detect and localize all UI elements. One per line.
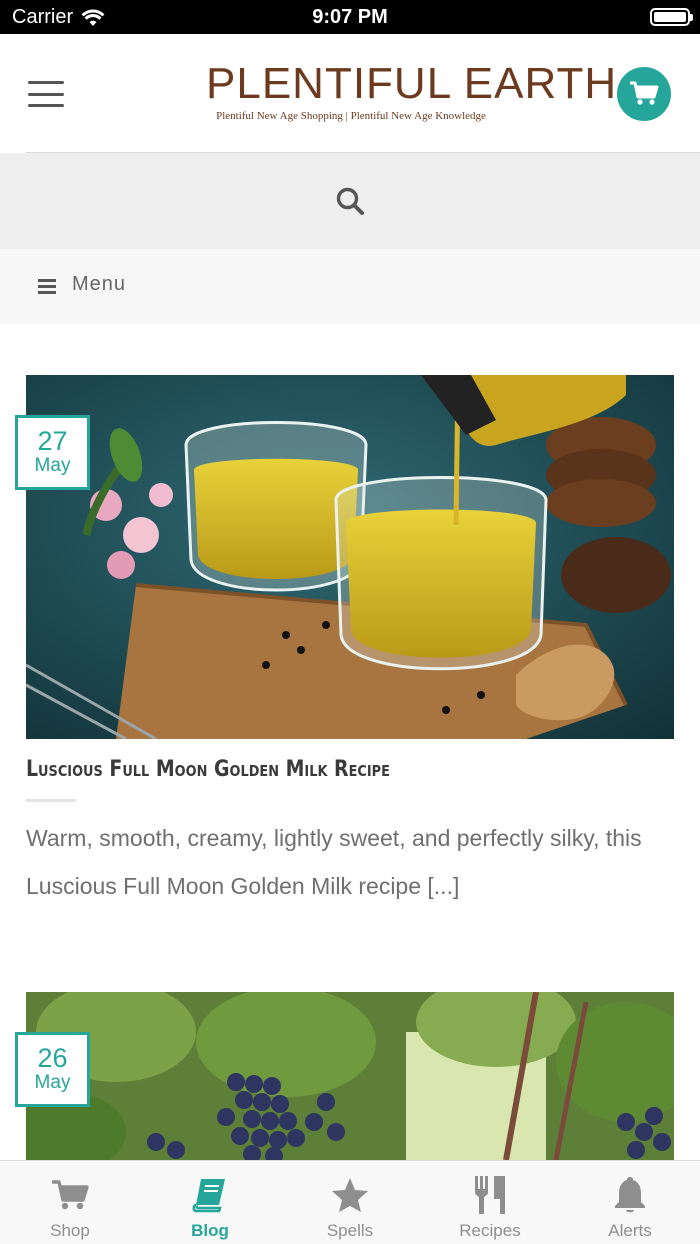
- status-bar: Carrier 9:07 PM: [0, 0, 700, 34]
- tab-recipes[interactable]: Recipes: [420, 1161, 560, 1244]
- battery-icon: [650, 8, 693, 26]
- grapevine-photo: [26, 992, 674, 1160]
- logo-tagline: Plentiful New Age Shopping | Plentiful N…: [216, 110, 486, 122]
- cart-icon: [630, 81, 659, 105]
- tab-label: Recipes: [459, 1221, 521, 1240]
- date-day: 26: [37, 1043, 68, 1073]
- logo-title: PLENTIFUL EARTH: [206, 59, 616, 108]
- tab-label: Blog: [191, 1221, 229, 1240]
- menu-label: Menu: [72, 273, 127, 295]
- hamburger-menu-icon[interactable]: [28, 81, 64, 107]
- date-day: 27: [37, 426, 68, 456]
- cart-icon: [52, 1180, 89, 1210]
- tab-label: Alerts: [608, 1221, 652, 1240]
- search-bar[interactable]: [0, 153, 700, 249]
- book-icon: [192, 1179, 225, 1213]
- menu-toggle[interactable]: Menu: [0, 249, 700, 324]
- post-title[interactable]: Luscious Full Moon Golden Milk Recipe: [26, 757, 390, 782]
- date-month: May: [34, 1072, 71, 1093]
- tab-label: Shop: [50, 1221, 90, 1240]
- post-excerpt: Warm, smooth, creamy, lightly sweet, and…: [26, 825, 642, 899]
- star-icon: [332, 1178, 368, 1212]
- tab-shop[interactable]: Shop: [0, 1161, 140, 1244]
- post-image-golden-milk[interactable]: [26, 375, 674, 739]
- tab-bar: Shop Blog Spells Recipes Alerts: [0, 1160, 700, 1244]
- post-image-grapes[interactable]: [26, 992, 674, 1160]
- tab-blog[interactable]: Blog: [140, 1161, 280, 1244]
- post-title-underline: [26, 799, 76, 802]
- logo-title-plentiful: PLENTIFUL: [206, 59, 451, 108]
- date-badge: 27 May: [15, 415, 90, 490]
- clock: 9:07 PM: [312, 6, 388, 28]
- app-header: PLENTIFUL EARTH Plentiful New Age Shoppi…: [0, 34, 700, 152]
- date-month: May: [34, 455, 71, 476]
- search-icon[interactable]: [335, 186, 365, 216]
- tab-alerts[interactable]: Alerts: [560, 1161, 700, 1244]
- bell-icon: [615, 1177, 645, 1213]
- menu-icon: [38, 279, 56, 294]
- logo-title-earth: EARTH: [463, 59, 618, 108]
- golden-milk-photo: [26, 375, 674, 739]
- date-badge: 26 May: [15, 1032, 90, 1107]
- site-logo[interactable]: PLENTIFUL EARTH Plentiful New Age Shoppi…: [206, 59, 616, 123]
- tab-spells[interactable]: Spells: [280, 1161, 420, 1244]
- tab-label: Spells: [326, 1221, 374, 1240]
- cart-button[interactable]: [617, 67, 671, 121]
- utensils-icon: [475, 1176, 505, 1214]
